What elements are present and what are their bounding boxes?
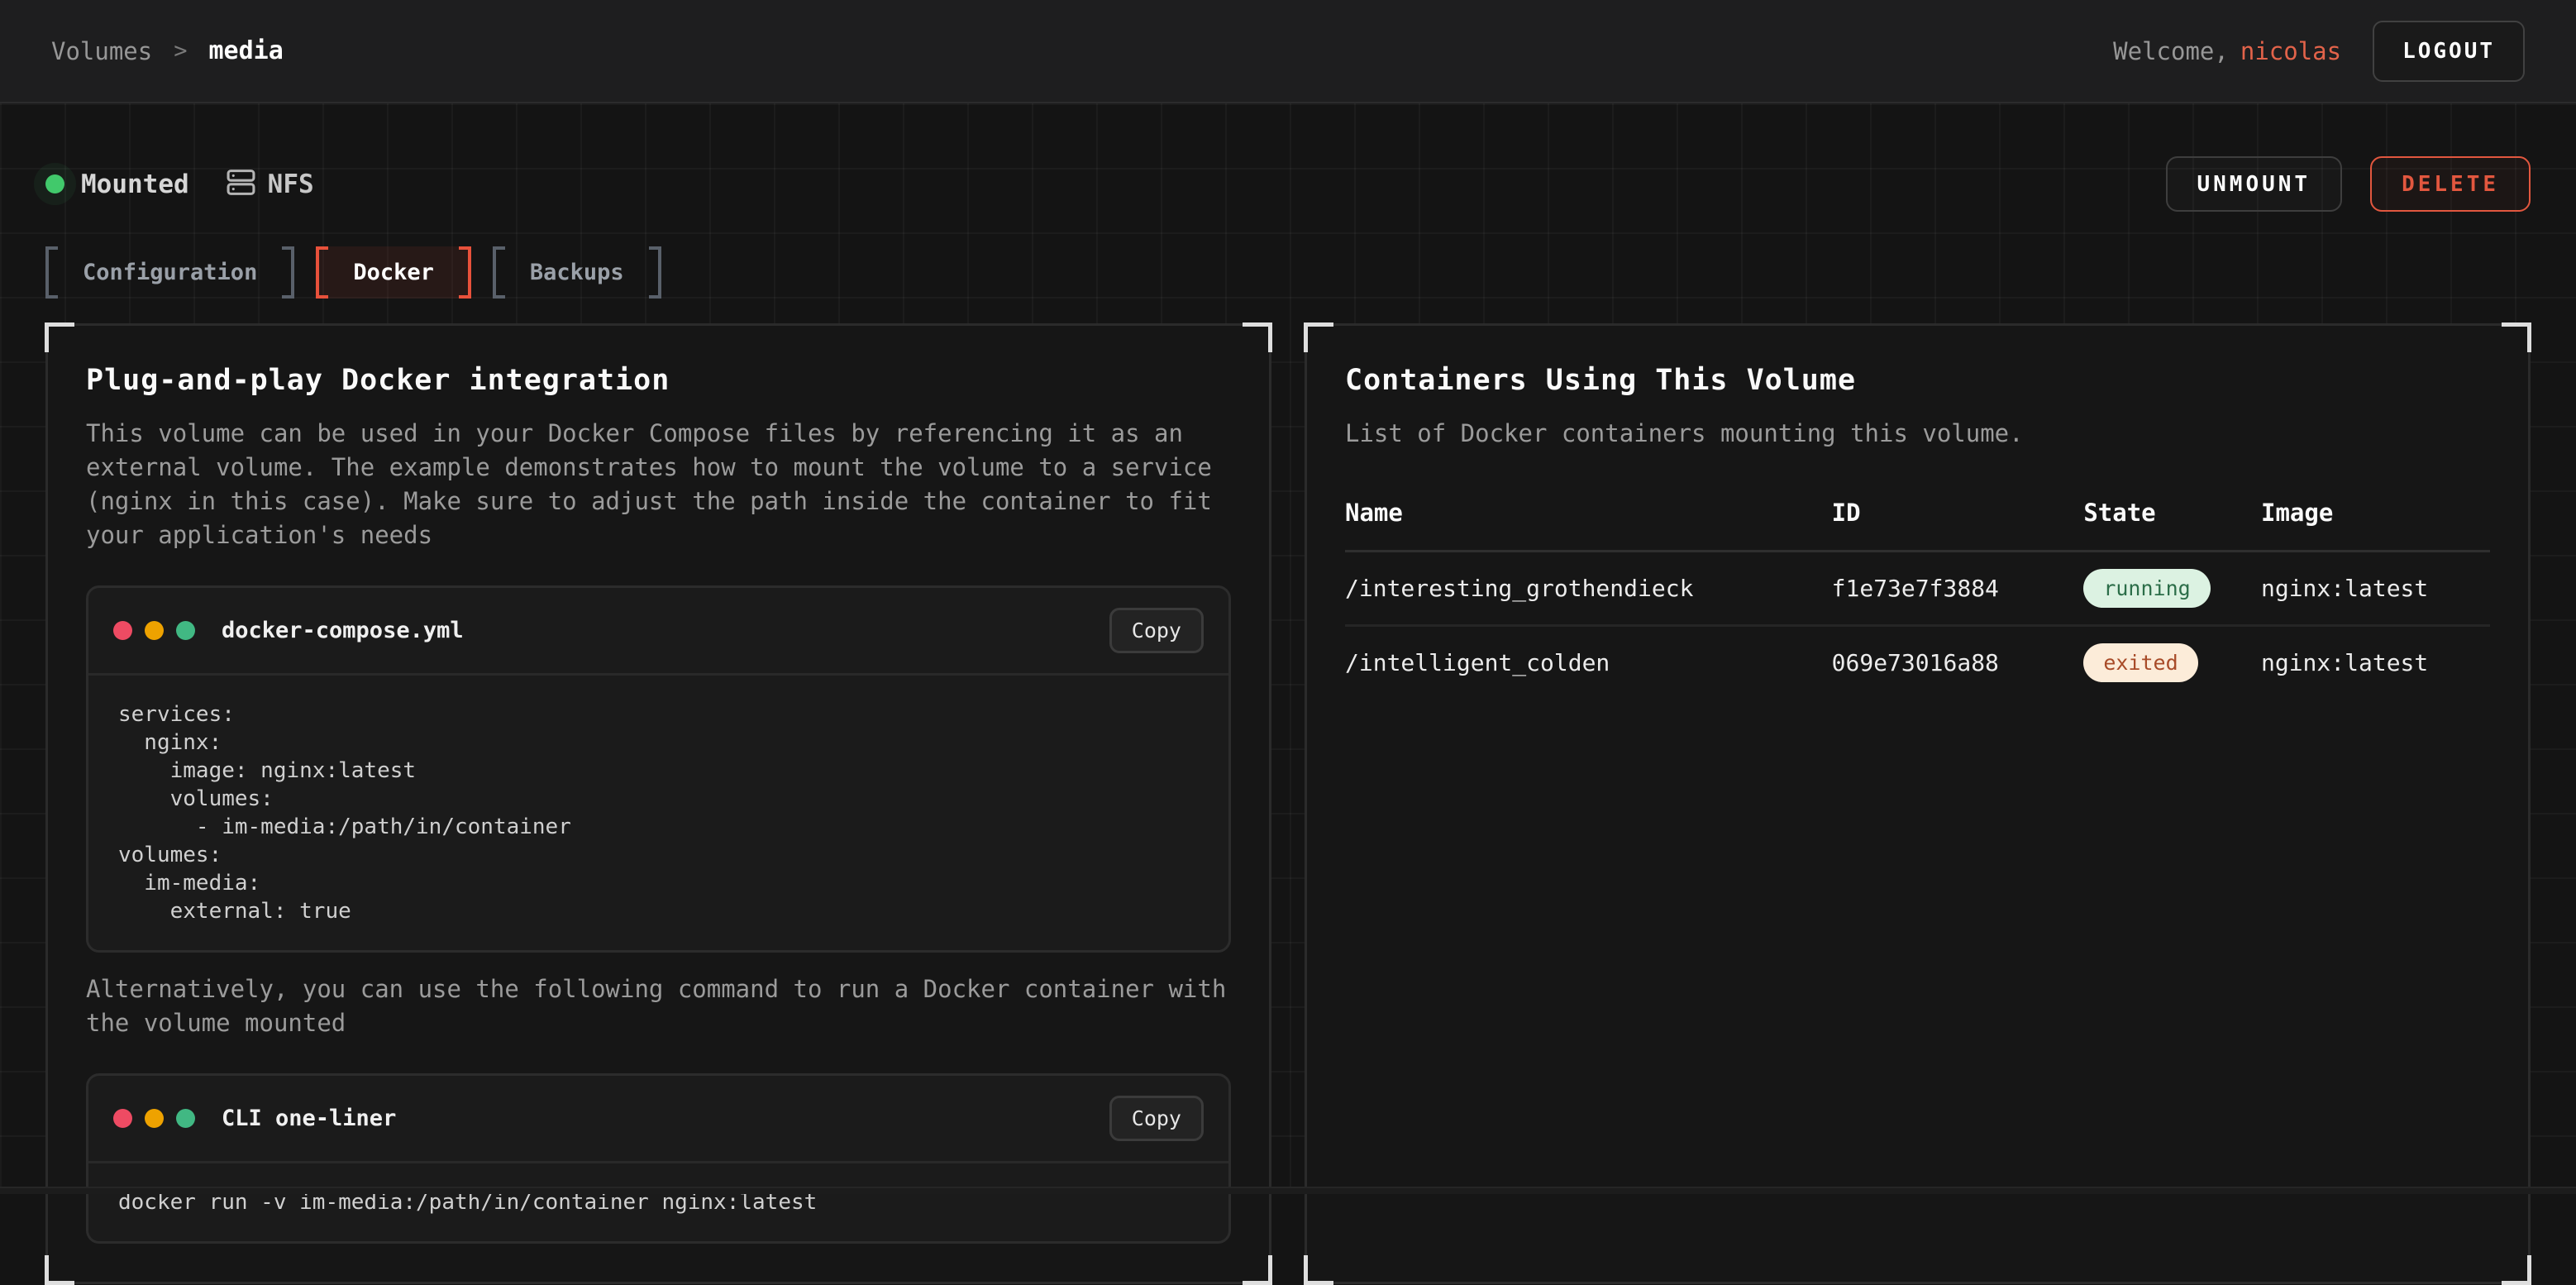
compose-code-header: docker-compose.yml Copy (88, 588, 1228, 676)
corner-bracket-icon (1243, 1255, 1272, 1285)
bracket-right-decoration (649, 246, 661, 299)
container-image: nginx:latest (2261, 649, 2490, 676)
volume-actions: UNMOUNT DELETE (2166, 156, 2531, 212)
volume-type: NFS (226, 167, 314, 201)
unmount-button[interactable]: UNMOUNT (2166, 156, 2343, 212)
yellow-dot-icon (145, 1109, 164, 1128)
tab-docker[interactable]: Docker (316, 246, 471, 299)
server-icon (226, 167, 256, 201)
copy-cli-button[interactable]: Copy (1109, 1096, 1204, 1141)
red-dot-icon (113, 621, 132, 640)
corner-bracket-icon (45, 1255, 74, 1285)
table-row: /intelligent_colden069e73016a88exited ngi… (1345, 627, 2490, 699)
containers-panel-subtitle: List of Docker containers mounting this … (1345, 417, 2490, 451)
mounted-status-dot-icon (45, 174, 64, 193)
container-state-cell: running (2083, 569, 2261, 608)
breadcrumb: Volumes > media (51, 36, 284, 65)
container-image: nginx:latest (2261, 575, 2490, 602)
corner-bracket-icon (45, 322, 74, 352)
panels-container: Plug-and-play Docker integration This vo… (45, 323, 2531, 1163)
containers-table-body: /interesting_grothendieckf1e73e7f3884run… (1345, 552, 2490, 699)
table-row: /interesting_grothendieckf1e73e7f3884run… (1345, 552, 2490, 627)
container-id: f1e73e7f3884 (1832, 575, 2084, 602)
docker-integration-panel: Plug-and-play Docker integration This vo… (45, 323, 1271, 1284)
bracket-left-decoration (45, 246, 58, 299)
bracket-left-decoration (493, 246, 505, 299)
copy-compose-button[interactable]: Copy (1109, 608, 1204, 653)
breadcrumb-current-volume: media (208, 36, 283, 65)
corner-bracket-icon (2502, 322, 2531, 352)
bracket-left-decoration (316, 246, 328, 299)
compose-code: services: nginx: image: nginx:latest vol… (88, 676, 1228, 950)
mount-status-label: Mounted (81, 170, 189, 199)
top-bar: Volumes > media Welcome, nicolas LOGOUT (0, 0, 2576, 103)
tab-label: Configuration (58, 246, 282, 299)
cli-code-header: CLI one-liner Copy (88, 1076, 1228, 1163)
main-content: Mounted NFS UNMOUNT DELETE Configuration (0, 103, 2576, 1194)
green-dot-icon (176, 621, 195, 640)
cli-code-block: CLI one-liner Copy docker run -v im-medi… (86, 1073, 1231, 1244)
username: nicolas (2240, 37, 2341, 65)
tab-bar: Configuration Docker Backups (45, 246, 2531, 299)
yellow-dot-icon (145, 621, 164, 640)
state-badge: exited (2083, 643, 2197, 682)
containers-panel: Containers Using This Volume List of Doc… (1305, 323, 2531, 1284)
volume-status-row: Mounted NFS UNMOUNT DELETE (45, 103, 2531, 212)
welcome-prefix: Welcome, (2113, 37, 2229, 65)
volume-type-label: NFS (268, 170, 314, 199)
containers-panel-title: Containers Using This Volume (1345, 364, 2490, 397)
tab-label: Backups (505, 246, 649, 299)
containers-table: Name ID State Image /interesting_grothen… (1345, 499, 2490, 699)
column-header-id: ID (1832, 499, 2084, 527)
container-name: /interesting_grothendieck (1345, 575, 1832, 602)
state-badge: running (2083, 569, 2210, 608)
cli-code: docker run -v im-media:/path/in/containe… (88, 1163, 1228, 1241)
logout-button[interactable]: LOGOUT (2373, 21, 2525, 82)
compose-code-block: docker-compose.yml Copy services: nginx:… (86, 585, 1231, 953)
column-header-name: Name (1345, 499, 1832, 527)
compose-filename: docker-compose.yml (222, 618, 464, 643)
cli-intro-text: Alternatively, you can use the following… (86, 972, 1231, 1040)
green-dot-icon (176, 1109, 195, 1128)
column-header-image: Image (2261, 499, 2490, 527)
corner-bracket-icon (1304, 1255, 1333, 1285)
corner-bracket-icon (1243, 322, 1272, 352)
bracket-right-decoration (459, 246, 471, 299)
red-dot-icon (113, 1109, 132, 1128)
window-dots (113, 621, 195, 640)
cli-filename: CLI one-liner (222, 1106, 396, 1131)
tab-backups[interactable]: Backups (493, 246, 661, 299)
column-header-state: State (2083, 499, 2261, 527)
tab-configuration[interactable]: Configuration (45, 246, 294, 299)
container-state-cell: exited (2083, 643, 2261, 682)
corner-bracket-icon (1304, 322, 1333, 352)
tab-label: Docker (328, 246, 459, 299)
container-name: /intelligent_colden (1345, 649, 1832, 676)
window-dots (113, 1109, 195, 1128)
docker-panel-description: This volume can be used in your Docker C… (86, 417, 1231, 552)
bottom-section-edge (0, 1187, 2576, 1194)
bracket-right-decoration (282, 246, 294, 299)
containers-table-header: Name ID State Image (1345, 499, 2490, 552)
delete-button[interactable]: DELETE (2370, 156, 2531, 212)
top-bar-right: Welcome, nicolas LOGOUT (2113, 21, 2525, 82)
welcome-text: Welcome, nicolas (2113, 37, 2341, 65)
container-id: 069e73016a88 (1832, 649, 2084, 676)
docker-panel-title: Plug-and-play Docker integration (86, 364, 1231, 397)
breadcrumb-volumes-link[interactable]: Volumes (51, 37, 152, 65)
breadcrumb-separator-icon: > (174, 38, 187, 64)
corner-bracket-icon (2502, 1255, 2531, 1285)
